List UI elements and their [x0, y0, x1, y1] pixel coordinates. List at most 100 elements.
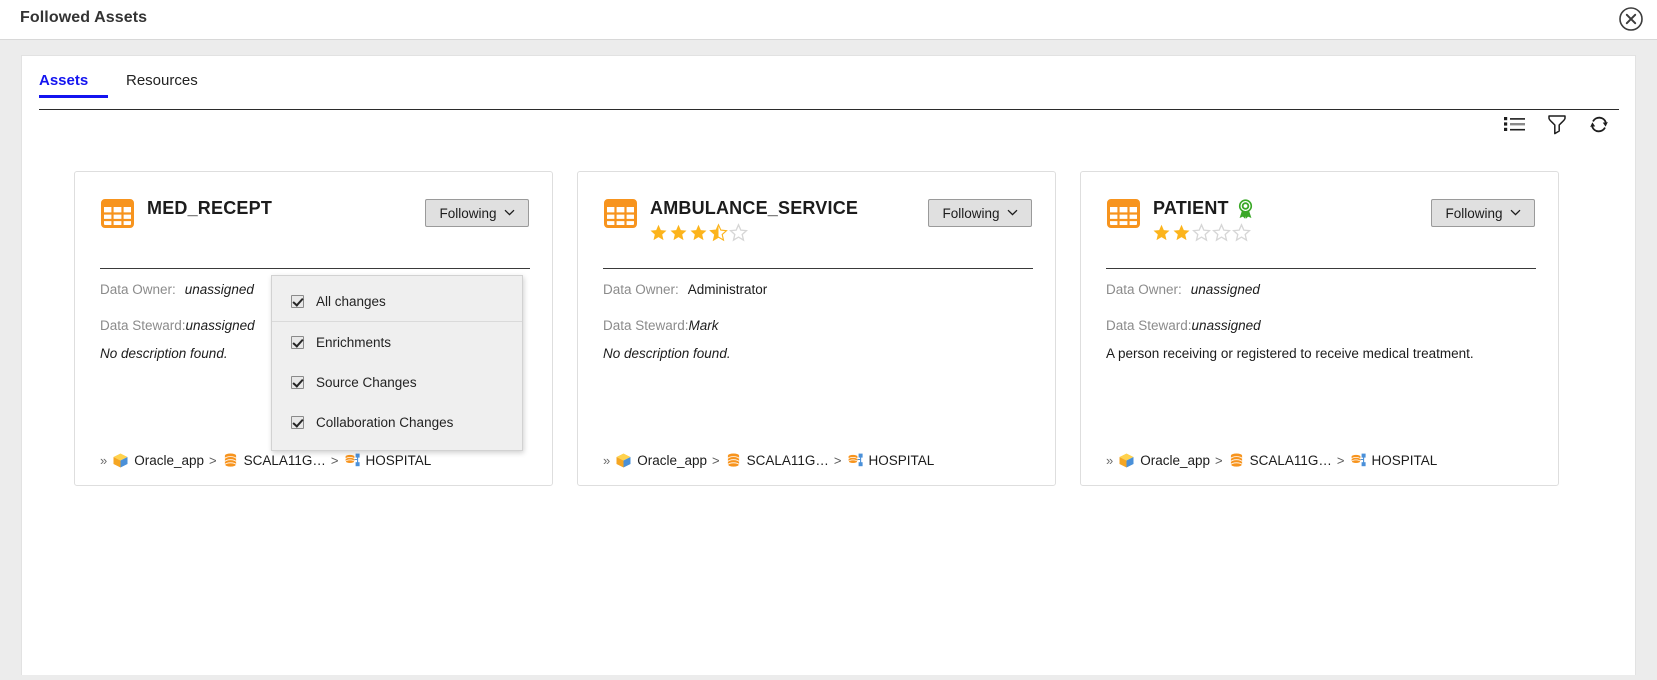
breadcrumb-item-schema[interactable]: HOSPITAL: [344, 452, 432, 469]
breadcrumb-item-label: HOSPITAL: [1371, 453, 1438, 468]
data-steward-label: Data Steward:: [100, 318, 186, 333]
view-toolbar: [1502, 111, 1612, 137]
following-button[interactable]: Following: [1431, 199, 1535, 227]
data-owner-value: unassigned: [1190, 282, 1260, 297]
cube-icon: [615, 452, 632, 469]
database-icon: [725, 452, 742, 469]
breadcrumb-item-label: SCALA11G…: [243, 453, 326, 468]
page-title: Followed Assets: [20, 9, 148, 26]
breadcrumb-item-label: HOSPITAL: [365, 453, 432, 468]
dropdown-item-2[interactable]: Source Changes: [272, 362, 522, 402]
rating-stars[interactable]: [649, 223, 748, 242]
asset-card[interactable]: AMBULANCE_SERVICE Following Data Owner: A…: [577, 171, 1056, 486]
breadcrumb-item-label: Oracle_app: [134, 453, 205, 468]
close-icon[interactable]: [1618, 6, 1644, 32]
breadcrumb-item-catalog[interactable]: Oracle_app: [615, 452, 707, 469]
card-divider: [100, 268, 530, 269]
breadcrumb-item-label: SCALA11G…: [746, 453, 829, 468]
breadcrumb-item-database[interactable]: SCALA11G…: [1228, 452, 1332, 469]
breadcrumb-separator: >: [1336, 453, 1345, 468]
card-divider: [1106, 268, 1536, 269]
data-owner-row: Data Owner: unassigned: [1106, 282, 1260, 297]
data-steward-row: Data Steward:unassigned: [100, 318, 255, 333]
following-button-label: Following: [1445, 205, 1503, 221]
cube-icon: [1118, 452, 1135, 469]
refresh-icon[interactable]: [1586, 111, 1612, 137]
data-owner-row: Data Owner: unassigned: [100, 282, 254, 297]
cube-icon: [112, 452, 129, 469]
asset-description: No description found.: [603, 346, 731, 361]
breadcrumb-overflow-icon[interactable]: »: [1106, 453, 1113, 468]
breadcrumb-separator: >: [712, 453, 720, 468]
breadcrumb-item-catalog[interactable]: Oracle_app: [112, 452, 204, 469]
data-owner-label: Data Owner:: [1106, 282, 1182, 297]
breadcrumb-item-schema[interactable]: HOSPITAL: [1350, 452, 1438, 469]
breadcrumb-item-catalog[interactable]: Oracle_app: [1118, 452, 1210, 469]
chevron-down-icon: [504, 208, 515, 219]
data-steward-value: Mark: [688, 318, 719, 333]
schema-icon: [847, 452, 864, 469]
asset-description: A person receiving or registered to rece…: [1106, 346, 1474, 361]
table-icon: [100, 196, 135, 231]
breadcrumb-item-schema[interactable]: HOSPITAL: [847, 452, 935, 469]
data-owner-row: Data Owner: Administrator: [603, 282, 767, 297]
asset-title[interactable]: PATIENT: [1153, 198, 1255, 219]
breadcrumb-item-database[interactable]: SCALA11G…: [725, 452, 829, 469]
database-icon: [222, 452, 239, 469]
breadcrumb-overflow-icon[interactable]: »: [603, 453, 610, 468]
tab-divider: [39, 109, 1619, 110]
breadcrumb: » Oracle_app > SCALA11G… > HOSPITAL: [100, 452, 431, 469]
breadcrumb-separator: >: [330, 453, 339, 468]
dropdown-item-label: All changes: [316, 293, 386, 309]
dropdown-item-label: Collaboration Changes: [316, 414, 454, 430]
tab-bar: Assets Resources: [22, 72, 1635, 112]
schema-icon: [344, 452, 361, 469]
tab-resources[interactable]: Resources: [126, 72, 198, 100]
breadcrumb-separator: >: [833, 453, 842, 468]
certified-badge-icon: [1236, 198, 1255, 219]
list-view-icon[interactable]: [1502, 111, 1528, 137]
data-owner-value: Administrator: [687, 282, 768, 297]
breadcrumb-overflow-icon[interactable]: »: [100, 453, 107, 468]
data-steward-row: Data Steward:Mark: [603, 318, 719, 333]
tab-resources-label: Resources: [126, 72, 198, 89]
dropdown-item-label: Source Changes: [316, 374, 417, 390]
breadcrumb-item-label: HOSPITAL: [868, 453, 935, 468]
checkbox-icon[interactable]: [291, 335, 304, 349]
breadcrumb-separator: >: [209, 453, 217, 468]
card-divider: [603, 268, 1033, 269]
breadcrumb-item-label: Oracle_app: [637, 453, 708, 468]
asset-card[interactable]: PATIENT Following Data Owner: unassigned…: [1080, 171, 1559, 486]
filter-icon[interactable]: [1544, 111, 1570, 137]
breadcrumb-item-label: SCALA11G…: [1249, 453, 1332, 468]
data-owner-label: Data Owner:: [100, 282, 176, 297]
database-icon: [1228, 452, 1245, 469]
following-button-label: Following: [942, 205, 1000, 221]
following-button[interactable]: Following: [928, 199, 1032, 227]
breadcrumb-item-label: Oracle_app: [1140, 453, 1211, 468]
rating-stars[interactable]: [1152, 223, 1251, 242]
checkbox-icon[interactable]: [291, 415, 304, 429]
chevron-down-icon: [1007, 208, 1018, 219]
following-dropdown-menu[interactable]: All changes Enrichments Source Changes C…: [271, 275, 523, 451]
asset-title[interactable]: AMBULANCE_SERVICE: [650, 198, 858, 219]
asset-title-text: AMBULANCE_SERVICE: [650, 198, 859, 218]
tab-assets-label: Assets: [39, 72, 89, 89]
checkbox-icon[interactable]: [291, 294, 304, 308]
dropdown-item-0[interactable]: All changes: [272, 281, 522, 321]
schema-icon: [1350, 452, 1367, 469]
dropdown-item-1[interactable]: Enrichments: [272, 322, 522, 362]
data-owner-value: unassigned: [184, 282, 254, 297]
checkbox-icon[interactable]: [291, 375, 304, 389]
data-steward-label: Data Steward:: [603, 318, 689, 333]
breadcrumb-item-database[interactable]: SCALA11G…: [222, 452, 326, 469]
data-steward-value: unassigned: [185, 318, 255, 333]
dropdown-item-3[interactable]: Collaboration Changes: [272, 402, 522, 442]
window-titlebar: Followed Assets: [0, 0, 1657, 40]
following-button[interactable]: Following: [425, 199, 529, 227]
asset-title-text: PATIENT: [1153, 198, 1229, 218]
chevron-down-icon: [1510, 208, 1521, 219]
asset-title[interactable]: MED_RECEPT: [147, 198, 272, 219]
asset-title-text: MED_RECEPT: [147, 198, 273, 218]
table-icon: [603, 196, 638, 231]
